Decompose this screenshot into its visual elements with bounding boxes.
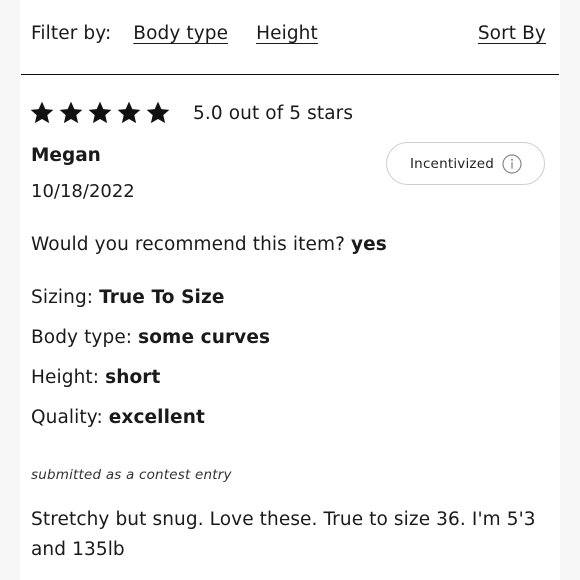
star-icon — [146, 101, 170, 124]
contest-note: submitted as a contest entry — [31, 467, 232, 483]
body-type-label: Body type: — [31, 327, 133, 348]
sizing-label: Sizing: — [31, 287, 94, 308]
sort-by-link[interactable]: Sort By — [478, 23, 546, 44]
filter-bar: Filter by: Body type Height Sort By — [31, 18, 546, 48]
body-type-row: Body type: some curves — [31, 327, 270, 348]
recommend-label: Would you recommend this item? — [31, 234, 345, 255]
sizing-value: True To Size — [99, 287, 225, 308]
incentivized-label: Incentivized — [410, 155, 494, 172]
info-circle-icon[interactable] — [502, 153, 522, 174]
rating-row: 5.0 out of 5 stars — [29, 95, 353, 131]
filter-label: Filter by: — [31, 22, 112, 44]
height-value: short — [105, 367, 161, 388]
star-rating — [29, 100, 174, 126]
filter-height-link[interactable]: Height — [256, 23, 318, 44]
incentivized-badge[interactable]: Incentivized — [386, 142, 545, 185]
sizing-row: Sizing: True To Size — [31, 287, 225, 308]
body-type-value: some curves — [138, 327, 271, 348]
recommend-row: Would you recommend this item? yes — [31, 234, 387, 255]
quality-label: Quality: — [31, 407, 103, 428]
star-icon — [30, 101, 54, 124]
filter-divider — [21, 74, 559, 75]
quality-row: Quality: excellent — [31, 407, 205, 428]
filter-body-type-link[interactable]: Body type — [133, 23, 228, 44]
star-icon — [117, 101, 141, 124]
quality-value: excellent — [108, 407, 205, 428]
reviewer-name: Megan — [31, 145, 101, 166]
review-page: Filter by: Body type Height Sort By 5.0 … — [0, 0, 580, 580]
review-text: Stretchy but snug. Love these. True to s… — [31, 509, 536, 560]
review-date: 10/18/2022 — [31, 181, 135, 202]
height-label: Height: — [31, 367, 100, 388]
star-icon — [88, 101, 112, 124]
rating-text: 5.0 out of 5 stars — [193, 102, 354, 124]
height-row: Height: short — [31, 367, 160, 388]
recommend-value: yes — [350, 234, 387, 255]
star-icon — [59, 101, 83, 124]
